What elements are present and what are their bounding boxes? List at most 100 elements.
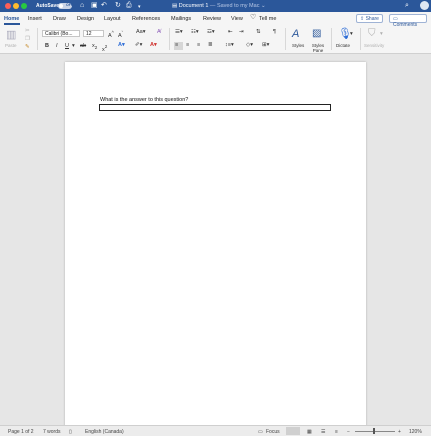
subscript-icon[interactable]: x2 <box>92 43 97 51</box>
sort-icon[interactable]: ⇅ <box>256 29 261 36</box>
align-center-icon[interactable]: ≡ <box>186 42 189 49</box>
search-icon[interactable]: ⌕ <box>405 2 409 10</box>
account-avatar[interactable] <box>420 1 429 10</box>
tab-draw[interactable]: Draw <box>53 16 66 22</box>
dictate-dropdown-icon[interactable]: ▾ <box>350 31 353 38</box>
sensitivity-dropdown-icon[interactable]: ▾ <box>380 31 383 38</box>
tab-mailings[interactable]: Mailings <box>171 16 191 22</box>
page-count[interactable]: Page 1 of 2 <box>8 429 34 435</box>
bullets-icon[interactable]: ☰▾ <box>175 29 183 36</box>
show-formatting-icon[interactable]: ¶ <box>273 29 276 36</box>
print-icon[interactable]: ⎙ <box>126 2 132 10</box>
print-layout-view-icon[interactable] <box>286 427 300 435</box>
font-name-value: Calibri (Bo... <box>45 31 73 37</box>
styles-pane-label: Styles Pane <box>311 43 325 53</box>
comments-button[interactable]: ▭ Comments <box>389 14 427 28</box>
draft-view-icon[interactable]: ≡ <box>335 429 338 435</box>
close-window-button[interactable] <box>5 3 11 9</box>
tab-insert[interactable]: Insert <box>28 16 42 22</box>
language-status[interactable]: English (Canada) <box>85 429 124 435</box>
web-layout-icon[interactable]: ▦ <box>307 429 312 435</box>
tab-home[interactable]: Home <box>4 16 19 22</box>
document-page[interactable]: What is the answer to this question? <box>65 62 366 432</box>
document-icon: ▤ <box>172 3 178 9</box>
save-status: — Saved to my Mac <box>209 3 260 9</box>
grow-font-icon[interactable]: A^ <box>108 29 114 40</box>
sensitivity-icon[interactable]: ⛉ <box>368 28 376 40</box>
focus-label[interactable]: Focus <box>266 429 280 435</box>
proofing-icon[interactable]: ▯ <box>69 429 72 435</box>
chevron-down-icon[interactable]: ⌄ <box>261 3 266 9</box>
customize-toolbar-icon[interactable]: ▾ <box>138 3 141 11</box>
decrease-indent-icon[interactable]: ⇤ <box>228 29 233 36</box>
autosave-label: AutoSave <box>36 3 60 9</box>
styles-icon[interactable]: A <box>292 28 299 40</box>
zoom-in-icon[interactable]: + <box>398 429 401 435</box>
zoom-out-icon[interactable]: − <box>347 429 350 435</box>
minimize-window-button[interactable] <box>13 3 19 9</box>
superscript-icon[interactable]: x2 <box>102 43 107 54</box>
ribbon-separator <box>285 28 286 50</box>
italic-icon[interactable]: I <box>56 43 58 50</box>
copy-icon[interactable]: ❐ <box>25 36 30 43</box>
tab-view[interactable]: View <box>231 16 243 22</box>
text-effects-icon[interactable]: A▾ <box>118 42 125 49</box>
word-count[interactable]: 7 words <box>43 429 61 435</box>
home-icon[interactable]: ⌂ <box>80 2 84 10</box>
align-left-icon[interactable]: ≡ <box>175 42 178 49</box>
justify-icon[interactable]: ≣ <box>208 42 213 49</box>
increase-indent-icon[interactable]: ⇥ <box>239 29 244 36</box>
tab-references[interactable]: References <box>132 16 160 22</box>
font-color-icon[interactable]: A▾ <box>150 42 157 49</box>
share-label: Share <box>365 16 379 22</box>
share-button[interactable]: ⇪ Share <box>356 14 383 23</box>
answer-field[interactable] <box>99 104 331 111</box>
save-icon[interactable]: ▣ <box>91 2 98 10</box>
zoom-slider-thumb[interactable] <box>373 428 375 434</box>
font-size-value: 12 <box>86 31 92 37</box>
shrink-font-icon[interactable]: Aˇ <box>118 29 123 40</box>
redo-icon[interactable]: ↻ <box>115 2 121 10</box>
multilevel-list-icon[interactable]: ☲▾ <box>207 29 215 36</box>
document-name: Document 1 <box>178 3 209 9</box>
font-size-field[interactable]: 12 <box>83 30 104 37</box>
paste-icon[interactable]: ▥ <box>6 29 16 41</box>
change-case-icon[interactable]: Aa▾ <box>136 29 146 36</box>
styles-label: Styles <box>292 43 305 48</box>
line-spacing-icon[interactable]: ↕≡▾ <box>225 42 234 49</box>
strikethrough-icon[interactable]: ab <box>80 43 86 50</box>
underline-dropdown-icon[interactable]: ▾ <box>72 43 75 50</box>
format-painter-icon[interactable]: ✎ <box>25 44 30 51</box>
dictate-label: Dictate <box>336 43 351 48</box>
undo-icon[interactable]: ↶ <box>101 2 107 10</box>
outline-view-icon[interactable]: ☰ <box>321 429 325 435</box>
cut-icon[interactable]: ✂ <box>25 28 30 35</box>
tab-layout[interactable]: Layout <box>104 16 121 22</box>
bold-icon[interactable]: B <box>45 43 49 50</box>
shading-icon[interactable]: ◇▾ <box>246 42 253 49</box>
zoom-percent[interactable]: 120% <box>409 429 422 435</box>
lightbulb-icon[interactable]: ♡ <box>250 13 256 21</box>
ribbon-separator <box>169 28 170 50</box>
align-right-icon[interactable]: ≡ <box>197 42 200 49</box>
clear-formatting-icon[interactable]: A̸ <box>157 29 161 36</box>
numbering-icon[interactable]: ☷▾ <box>191 29 199 36</box>
ribbon-separator <box>37 28 38 50</box>
title-bar: AutoSave OFF ⌂ ▣ ↶ ↻ ⎙ ▾ ▤ Document 1 — … <box>0 0 431 12</box>
styles-pane-icon[interactable]: ▨ <box>312 28 321 40</box>
tell-me-label[interactable]: Tell me <box>259 16 276 22</box>
borders-icon[interactable]: ⊞▾ <box>262 42 269 49</box>
sensitivity-label: Sensitivity <box>364 43 385 48</box>
highlight-icon[interactable]: ✐▾ <box>135 42 142 49</box>
focus-icon[interactable]: ▭ <box>258 429 263 435</box>
font-name-field[interactable]: Calibri (Bo... <box>42 30 80 37</box>
zoom-slider-track[interactable] <box>355 430 395 432</box>
share-icon: ⇪ <box>360 16 365 22</box>
tab-design[interactable]: Design <box>77 16 94 22</box>
autosave-state: OFF <box>66 3 73 7</box>
ribbon-separator <box>360 28 361 50</box>
paste-label: Paste <box>5 43 17 48</box>
zoom-window-button[interactable] <box>21 3 27 9</box>
tab-review[interactable]: Review <box>203 16 221 22</box>
underline-icon[interactable]: U <box>65 43 69 50</box>
